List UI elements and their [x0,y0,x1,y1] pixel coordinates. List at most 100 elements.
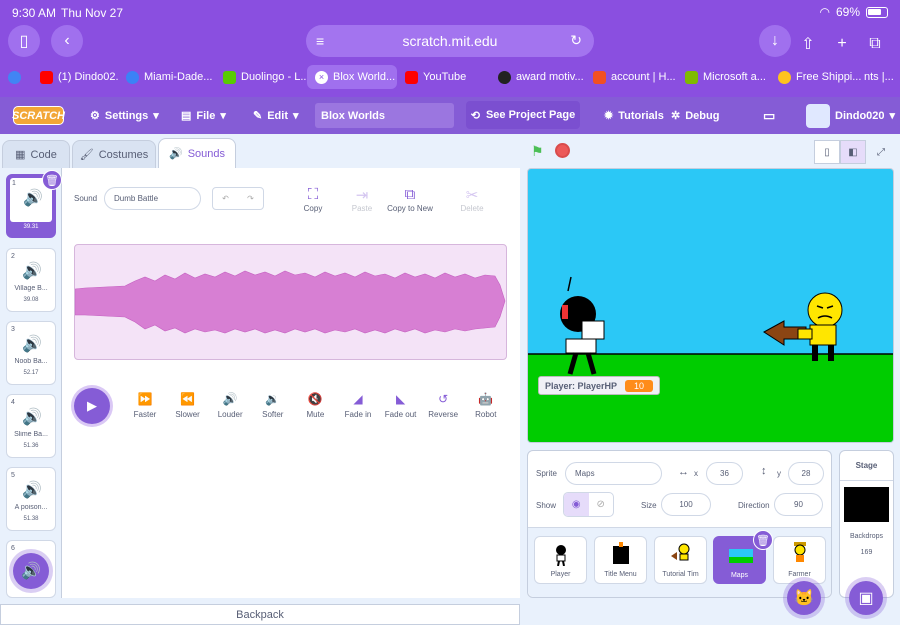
tab-0[interactable]: (1) Dindo02... [32,65,118,89]
effect-softer-button[interactable]: 🔉 Softer [251,392,295,419]
copy-to-new-icon: ⧉ [404,186,416,203]
effect-mute-button[interactable]: 🔇 Mute [293,392,337,419]
sound-item[interactable]: 5 🔊 A poison... 51.38 [6,467,56,531]
sprite-tile[interactable]: Tutorial Tim [654,536,707,584]
waveform[interactable] [74,244,507,360]
tab-sounds[interactable]: 🔊 Sounds [158,138,236,168]
x-input[interactable]: 36 [706,462,743,485]
stage-panel[interactable]: Stage Backdrops 169 [839,450,894,598]
eye-slash-icon[interactable]: ⊘ [589,493,614,516]
sound-item[interactable]: 4 🔊 Slime Ba... 51.36 [6,394,56,458]
effect-reverse-button[interactable]: ↺ Reverse [421,392,465,419]
redo-icon[interactable]: ↷ [247,194,254,203]
play-button[interactable]: ▶ [74,388,110,424]
tab-google[interactable] [0,65,32,89]
my-stuff-icon[interactable]: ▭ [763,97,775,134]
undo-icon[interactable]: ↶ [222,194,229,203]
tab-3[interactable]: × Blox World... [307,65,397,89]
tab-4[interactable]: YouTube [397,65,490,89]
copy-to-new-button[interactable]: ⧉ Copy to New [380,186,440,213]
effect-faster-button[interactable]: ⏩ Faster [123,392,167,419]
username: Dindo020 [835,109,885,122]
fullscreen-icon[interactable]: ⤢ [868,140,894,164]
sound-item[interactable]: 2 🔊 Village B... 39.08 [6,248,56,312]
tab-5[interactable]: award motiv... [490,65,585,89]
delete-button[interactable]: ✂ Delete [448,186,496,213]
tutorials-label: Tutorials [618,109,664,122]
softer-icon: 🔉 [265,392,281,406]
sprite-tile[interactable]: Title Menu [594,536,647,584]
sprite-tile-label: Title Menu [604,571,637,578]
effect-fade-out-button[interactable]: ◣ Fade out [379,392,423,419]
stage-canvas[interactable]: Player: PlayerHP 10 [527,168,894,443]
direction-label: Direction [738,501,770,510]
sound-editor: Sound Dumb Battle ↶ ↷ ⛶ Copy ⇥ Paste ⧉ Copy … [62,168,520,598]
tab-8[interactable]: Free Shippi... [770,65,862,89]
effect-label: Softer [262,410,284,419]
speaker-icon: 🔊 [22,263,42,280]
effect-louder-button[interactable]: 🔊 Louder [208,392,252,419]
copy-button[interactable]: ⛶ Copy [289,186,337,213]
y-input[interactable]: 28 [788,462,824,485]
effect-fade-in-button[interactable]: ◢ Fade in [336,392,380,419]
tab-code[interactable]: ▦ Code [2,140,70,168]
see-project-page-button[interactable]: ⟲ See Project Page [466,101,580,129]
backpack-bar[interactable]: Backpack [0,604,520,625]
tutorials-button[interactable]: ✹ Tutorials [604,97,664,134]
effect-label: Faster [133,410,157,419]
sprite-name-input[interactable]: Maps [565,462,662,485]
share-icon[interactable]: ⇧ [797,33,819,55]
sprite-tile[interactable]: Farmer [773,536,826,584]
paste-button[interactable]: ⇥ Paste [338,186,386,213]
add-sprite-button[interactable]: 🐱 [787,581,821,615]
new-tab-icon[interactable]: + [831,33,853,55]
back-button[interactable]: ‹ [51,25,83,57]
close-tab-icon[interactable]: × [315,70,328,84]
account-menu[interactable]: Dindo020 ▾ [806,97,895,134]
sound-name-input[interactable]: Dumb Battle [104,187,201,210]
add-sound-button[interactable]: 🔊 [13,553,49,589]
variable-monitor[interactable]: Player: PlayerHP 10 [538,376,661,395]
arrows-vertical-icon: ↕ [761,465,767,477]
add-backdrop-button[interactable]: ▣ [849,581,883,615]
address-bar[interactable]: ≡ scratch.mit.edu ↻ [306,25,594,57]
tab-1[interactable]: Miami-Dade... [118,65,215,89]
tab-2[interactable]: Duolingo - L... [215,65,307,89]
debug-button[interactable]: ✲ Debug [671,97,719,134]
eye-icon[interactable]: ◉ [564,493,589,516]
download-icon[interactable]: ↓ [759,25,791,57]
edit-menu[interactable]: ✎ Edit ▾ [253,97,299,134]
sidebar-toggle-icon[interactable]: ▯ [8,25,40,57]
stop-icon[interactable] [555,143,570,158]
direction-input[interactable]: 90 [774,493,823,516]
settings-menu[interactable]: ⚙ Settings ▾ [90,97,159,134]
page-menu-icon[interactable]: ≡ [316,33,324,49]
reload-icon[interactable]: ↻ [570,32,582,49]
sound-name: Dumb B... [15,212,47,219]
scratch-logo[interactable]: SCRATCH [12,106,65,125]
tab-9[interactable]: nts |... [862,65,900,89]
tab-6[interactable]: account | H... [585,65,677,89]
effect-robot-button[interactable]: 🤖 Robot [464,392,508,419]
tabs-overview-icon[interactable]: ⧉ [864,33,886,55]
file-menu[interactable]: ▤ File ▾ [181,97,226,134]
effect-slower-button[interactable]: ⏪ Slower [166,392,210,419]
large-stage-icon[interactable]: ◧ [840,140,866,164]
tab-costumes[interactable]: 🖌 Costumes [72,140,156,168]
status-date: Thu Nov 27 [61,6,124,20]
sprite-tile[interactable]: Player [534,536,587,584]
tab-label: nts |... [864,71,894,83]
tab-label: (1) Dindo02... [58,71,118,83]
delete-sprite-icon[interactable]: 🗑 [753,530,773,550]
globe-icon [126,70,139,84]
sound-item[interactable]: 3 🔊 Noob Ba... 52.17 [6,321,56,385]
small-stage-icon[interactable]: ▯ [814,140,840,164]
size-input[interactable]: 100 [661,493,711,516]
delete-sound-icon[interactable]: 🗑 [42,170,62,190]
chevron-down-icon: ▾ [293,110,299,122]
tab-7[interactable]: Microsoft a... [677,65,770,89]
project-title-input[interactable]: Blox Worlds [315,103,454,128]
tab-label: Free Shippi... [796,71,862,83]
url-text: scratch.mit.edu [402,33,498,49]
green-flag-icon[interactable]: ⚑ [531,143,547,159]
